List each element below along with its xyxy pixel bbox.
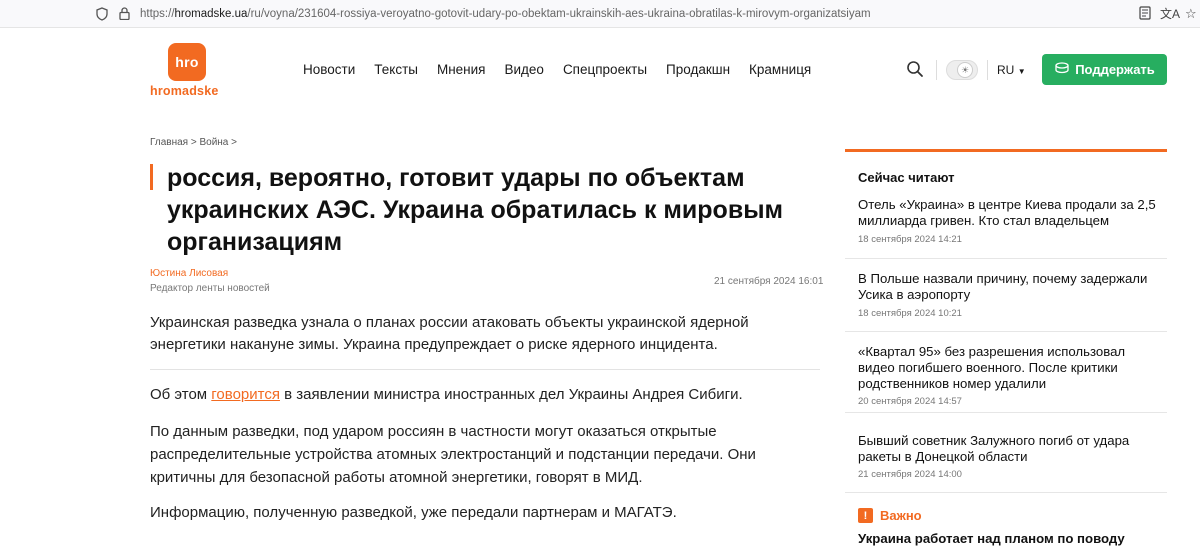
- article-paragraph: Об этом говорится в заявлении министра и…: [150, 383, 820, 406]
- article-paragraph: По данным разведки, под ударом россиян в…: [150, 423, 756, 486]
- browser-address-bar: https://hromadske.ua/ru/voyna/231604-ros…: [0, 0, 1200, 28]
- url-text[interactable]: https://hromadske.ua/ru/voyna/231604-ros…: [140, 8, 1120, 20]
- nav-item-opinions[interactable]: Мнения: [437, 62, 486, 77]
- important-label: Важно: [880, 508, 922, 523]
- article-title: россия, вероятно, готовит удары по объек…: [167, 164, 784, 256]
- popular-sidebar: Сейчас читают Отель «Украина» в центре К…: [845, 149, 1167, 546]
- language-selector[interactable]: RU ▼: [997, 63, 1026, 77]
- nav-item-video[interactable]: Видео: [504, 62, 543, 77]
- news-title[interactable]: Бывший советник Залужного погиб от удара…: [858, 433, 1158, 465]
- news-title[interactable]: В Польше назвали причину, почему задержа…: [858, 271, 1158, 303]
- reader-view-icon[interactable]: [1138, 6, 1152, 23]
- article-lead: Украинская разведка узнала о планах росс…: [150, 314, 749, 353]
- news-date: 20 сентября 2024 14:57: [858, 396, 962, 407]
- lead-divider: [150, 369, 820, 370]
- star-icon[interactable]: ☆: [1185, 6, 1197, 22]
- author-role: Редактор ленты новостей: [150, 283, 270, 294]
- paragraph-text: в заявлении министра иностранных дел Укр…: [279, 386, 743, 403]
- logo-text[interactable]: hromadske: [150, 84, 219, 98]
- nav-item-news[interactable]: Новости: [303, 62, 355, 77]
- sidebar-accent-line: [845, 149, 1167, 152]
- title-accent-bar: [150, 164, 153, 190]
- caret-down-icon: ▼: [1017, 67, 1026, 76]
- author-name[interactable]: Юстина Лисовая: [150, 268, 228, 279]
- support-button[interactable]: Поддержать: [1042, 54, 1167, 85]
- lock-icon[interactable]: [116, 6, 132, 22]
- source-link[interactable]: говорится: [211, 386, 280, 403]
- news-title[interactable]: Отель «Украина» в центре Киева продали з…: [858, 197, 1158, 229]
- nav-item-texts[interactable]: Тексты: [374, 62, 418, 77]
- publish-date: 21 сентября 2024 16:01: [714, 276, 824, 287]
- support-button-label: Поддержать: [1075, 62, 1155, 77]
- alert-icon: !: [858, 508, 873, 523]
- paragraph-text: Об этом: [150, 386, 212, 403]
- nav-item-specprojects[interactable]: Спецпроекты: [563, 62, 647, 77]
- main-nav: Новости Тексты Мнения Видео Спецпроекты …: [303, 62, 830, 77]
- list-item[interactable]: В Польше назвали причину, почему задержа…: [845, 259, 1167, 332]
- sun-icon: ☀: [957, 62, 973, 78]
- shield-icon[interactable]: [94, 6, 110, 22]
- breadcrumb[interactable]: Главная > Война >: [150, 137, 237, 148]
- list-item[interactable]: «Квартал 95» без разрешения использовал …: [845, 332, 1167, 413]
- url-host: hromadske.ua: [174, 7, 248, 20]
- language-label: RU: [997, 63, 1015, 77]
- coins-icon: [1054, 62, 1070, 77]
- news-date: 21 сентября 2024 14:00: [858, 469, 962, 480]
- header-divider: [987, 60, 988, 80]
- logo-mark[interactable]: hro: [168, 43, 206, 81]
- url-scheme: https://: [140, 7, 175, 20]
- nav-item-production[interactable]: Продакшн: [666, 62, 730, 77]
- important-block: ! Важно Украина работает над планом по п…: [845, 493, 1167, 546]
- translate-icon[interactable]: 文A: [1160, 5, 1180, 22]
- search-icon[interactable]: [906, 60, 926, 80]
- header-divider: [936, 60, 937, 80]
- theme-toggle[interactable]: ☀: [946, 60, 978, 80]
- nav-item-shop[interactable]: Крамниця: [749, 62, 811, 77]
- news-date: 18 сентября 2024 10:21: [858, 308, 962, 319]
- list-item[interactable]: Отель «Украина» в центре Киева продали з…: [845, 197, 1167, 259]
- news-title[interactable]: «Квартал 95» без разрешения использовал …: [858, 344, 1158, 392]
- article-paragraph: Информацию, полученную разведкой, уже пе…: [150, 504, 677, 521]
- sidebar-heading: Сейчас читают: [858, 170, 955, 185]
- site-header: hro hromadske Новости Тексты Мнения Виде…: [0, 28, 1200, 114]
- url-path: /ru/voyna/231604-rossiya-veroyatno-gotov…: [247, 7, 871, 20]
- news-date: 18 сентября 2024 14:21: [858, 234, 962, 245]
- list-item[interactable]: Бывший советник Залужного погиб от удара…: [845, 413, 1167, 493]
